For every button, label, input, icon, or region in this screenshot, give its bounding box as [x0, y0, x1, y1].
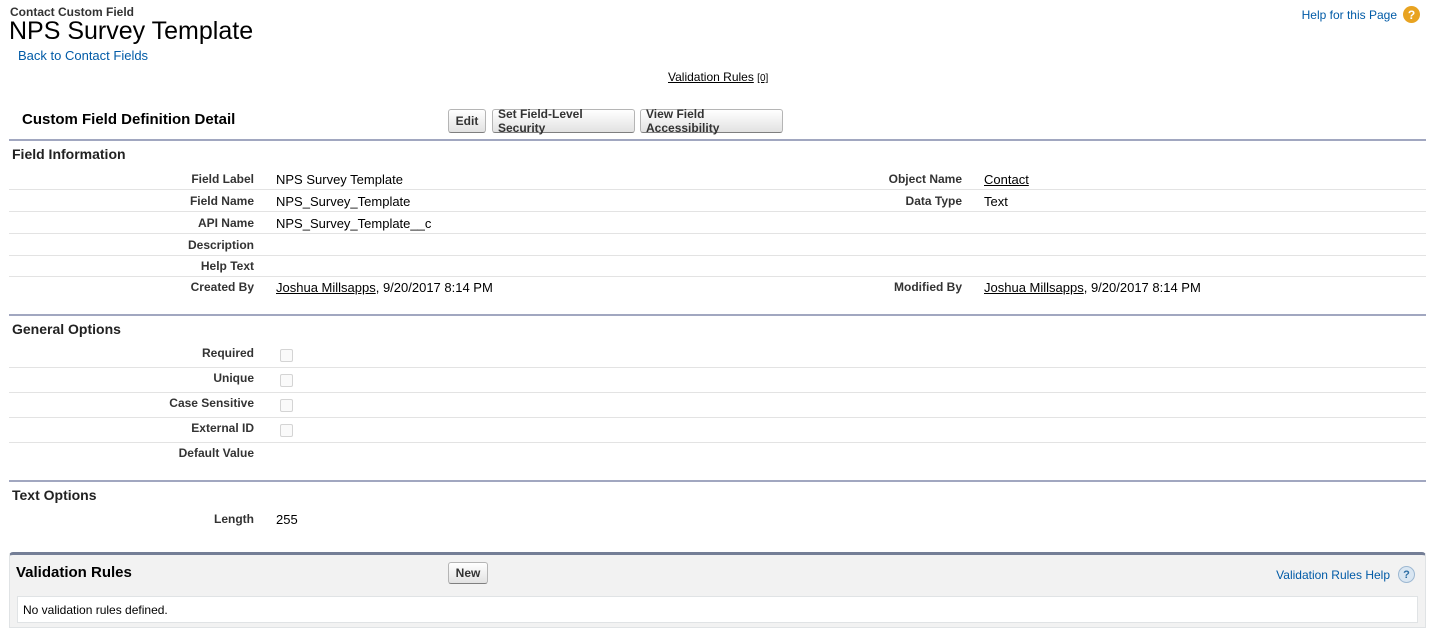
edit-button[interactable]: Edit	[448, 109, 486, 133]
detail-title: Custom Field Definition Detail	[22, 111, 236, 128]
created-by-label: Created By	[190, 280, 254, 294]
field-information-title: Field Information	[12, 146, 126, 162]
new-validation-rule-button[interactable]: New	[448, 562, 488, 584]
external-id-checkbox	[280, 424, 293, 437]
validation-rules-help-link[interactable]: Validation Rules Help	[1276, 568, 1390, 582]
validation-rules-help[interactable]: Validation Rules Help ?	[1276, 566, 1415, 583]
related-list-links: Validation Rules [0]	[668, 70, 768, 84]
created-by-user-link[interactable]: Joshua Millsapps	[276, 280, 376, 295]
field-name-label: Field Name	[189, 194, 254, 208]
created-by-value: Joshua Millsapps, 9/20/2017 8:14 PM	[276, 280, 493, 295]
section-divider	[9, 139, 1426, 141]
modified-by-user-link[interactable]: Joshua Millsapps	[984, 280, 1084, 295]
validation-rules-related-link[interactable]: Validation Rules	[668, 70, 754, 84]
help-icon[interactable]: ?	[1398, 566, 1415, 583]
help-text-label: Help Text	[200, 259, 254, 273]
set-field-level-security-button[interactable]: Set Field-Level Security	[492, 107, 635, 135]
modified-by-value: Joshua Millsapps, 9/20/2017 8:14 PM	[984, 280, 1201, 295]
field-name-value: NPS_Survey_Template	[276, 194, 411, 209]
data-type-value: Text	[984, 194, 1008, 209]
help-for-this-page[interactable]: Help for this Page ?	[1302, 6, 1420, 23]
section-divider	[9, 314, 1426, 316]
object-name-value: Contact	[984, 172, 1029, 187]
general-options-title: General Options	[12, 321, 121, 337]
back-to-contact-fields-link[interactable]: Back to Contact Fields	[18, 48, 148, 63]
length-value: 255	[276, 512, 298, 527]
created-by-date: , 9/20/2017 8:14 PM	[375, 280, 493, 295]
external-id-label: External ID	[191, 421, 254, 435]
page-title: NPS Survey Template	[9, 17, 254, 45]
text-options-title: Text Options	[12, 487, 97, 503]
case-sensitive-checkbox	[280, 399, 293, 412]
api-name-value: NPS_Survey_Template__c	[276, 216, 432, 231]
help-icon[interactable]: ?	[1403, 6, 1420, 23]
unique-checkbox	[280, 374, 293, 387]
case-sensitive-label: Case Sensitive	[169, 396, 254, 410]
required-label: Required	[201, 346, 254, 360]
description-label: Description	[187, 238, 254, 252]
object-name-label: Object Name	[888, 172, 962, 186]
no-validation-rules-message: No validation rules defined.	[17, 596, 1418, 623]
field-label-label: Field Label	[191, 172, 254, 186]
api-name-label: API Name	[197, 216, 254, 230]
modified-by-label: Modified By	[894, 280, 962, 294]
view-field-accessibility-button[interactable]: View Field Accessibility	[640, 107, 783, 135]
help-for-this-page-link[interactable]: Help for this Page	[1302, 8, 1397, 22]
validation-rules-count[interactable]: [0]	[757, 73, 768, 84]
validation-rules-related-list: Validation Rules New Validation Rules He…	[9, 552, 1426, 628]
default-value-label: Default Value	[178, 446, 254, 460]
field-label-value: NPS Survey Template	[276, 172, 403, 187]
length-label: Length	[214, 512, 254, 526]
required-checkbox	[280, 349, 293, 362]
unique-label: Unique	[213, 371, 254, 385]
data-type-label: Data Type	[905, 194, 962, 208]
validation-rules-title: Validation Rules	[16, 564, 132, 581]
modified-by-date: , 9/20/2017 8:14 PM	[1083, 280, 1201, 295]
object-name-link[interactable]: Contact	[984, 172, 1029, 187]
section-divider	[9, 480, 1426, 482]
